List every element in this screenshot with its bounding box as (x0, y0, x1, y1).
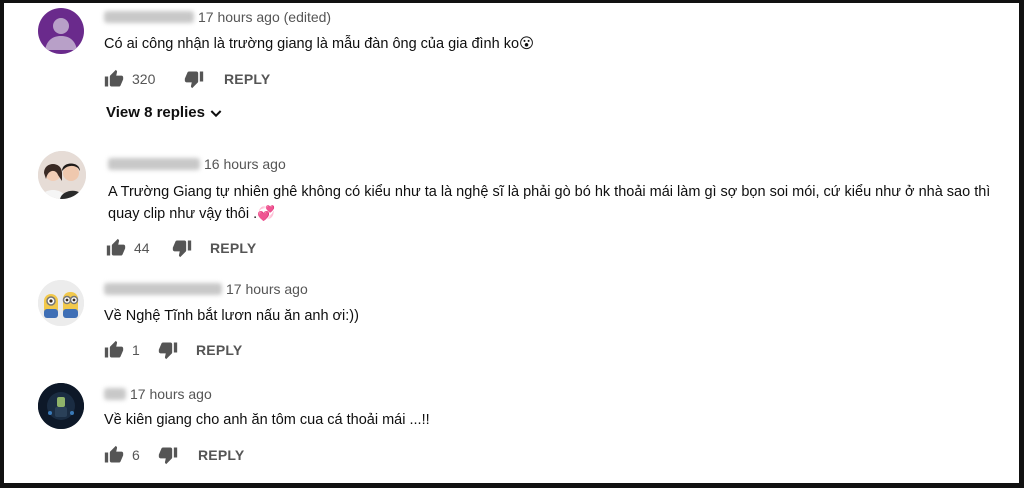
comment-header: 16 hours ago (108, 156, 286, 172)
avatar[interactable] (38, 280, 84, 326)
thumb-up-icon (104, 69, 124, 87)
comment-header: 17 hours ago (104, 386, 212, 402)
comment-actions: 6 REPLY (104, 445, 244, 465)
like-button[interactable] (104, 445, 124, 465)
view-replies-label: View 8 replies (106, 104, 205, 121)
author-name-blurred[interactable] (104, 283, 222, 296)
minion-avatar-icon (38, 280, 84, 326)
thumb-up-icon (104, 445, 124, 463)
view-replies-button[interactable]: View 8 replies (106, 104, 224, 121)
like-button[interactable] (106, 238, 126, 258)
comment-header: 17 hours ago (edited) (104, 9, 331, 25)
comment-timestamp[interactable]: 16 hours ago (204, 156, 286, 172)
like-count: 320 (132, 71, 156, 87)
comment-timestamp[interactable]: 17 hours ago (edited) (198, 9, 331, 25)
like-button[interactable] (104, 69, 124, 89)
reply-button[interactable]: REPLY (224, 71, 270, 87)
chevron-down-icon (210, 109, 222, 117)
avatar[interactable] (38, 151, 86, 199)
avatar[interactable] (38, 8, 84, 54)
dislike-button[interactable] (158, 445, 178, 465)
person-icon (45, 18, 77, 50)
comment-text: A Trường Giang tự nhiên ghê không có kiể… (108, 184, 991, 222)
comment-header: 17 hours ago (104, 281, 308, 297)
thumb-up-icon (106, 238, 126, 256)
author-name-blurred[interactable] (104, 388, 126, 401)
game-avatar-icon (38, 383, 84, 429)
thumb-down-icon (172, 240, 192, 258)
dislike-button[interactable] (158, 340, 178, 360)
like-button[interactable] (104, 340, 124, 360)
thumb-down-icon (184, 71, 204, 89)
comment-timestamp[interactable]: 17 hours ago (130, 386, 212, 402)
comment-text: Về Nghệ Tĩnh bắt lươn nấu ăn anh ơi:)) (104, 308, 359, 324)
reply-button[interactable]: REPLY (210, 240, 256, 256)
reply-button[interactable]: REPLY (198, 447, 244, 463)
like-count: 44 (134, 240, 150, 256)
comment-text: Về kiên giang cho anh ăn tôm cua cá thoả… (104, 412, 430, 428)
author-name-blurred[interactable] (108, 158, 200, 171)
comments-frame: 17 hours ago (edited) Có ai công nhận là… (0, 0, 1024, 488)
dislike-button[interactable] (172, 238, 192, 258)
person-photo-icon (38, 151, 86, 199)
comment-text: Có ai công nhận là trường giang là mẫu đ… (104, 36, 535, 52)
thumb-down-icon (158, 447, 178, 465)
avatar[interactable] (38, 383, 84, 429)
thumb-down-icon (158, 342, 178, 360)
thumb-up-icon (104, 340, 124, 358)
comment-actions: 44 REPLY (106, 238, 256, 258)
comment-timestamp[interactable]: 17 hours ago (226, 281, 308, 297)
comment-actions: 1 REPLY (104, 340, 242, 360)
author-name-blurred[interactable] (104, 11, 194, 24)
dislike-button[interactable] (184, 69, 204, 89)
reply-button[interactable]: REPLY (196, 342, 242, 358)
comment-actions: 320 REPLY (104, 69, 270, 89)
like-count: 6 (132, 447, 140, 463)
like-count: 1 (132, 342, 140, 358)
